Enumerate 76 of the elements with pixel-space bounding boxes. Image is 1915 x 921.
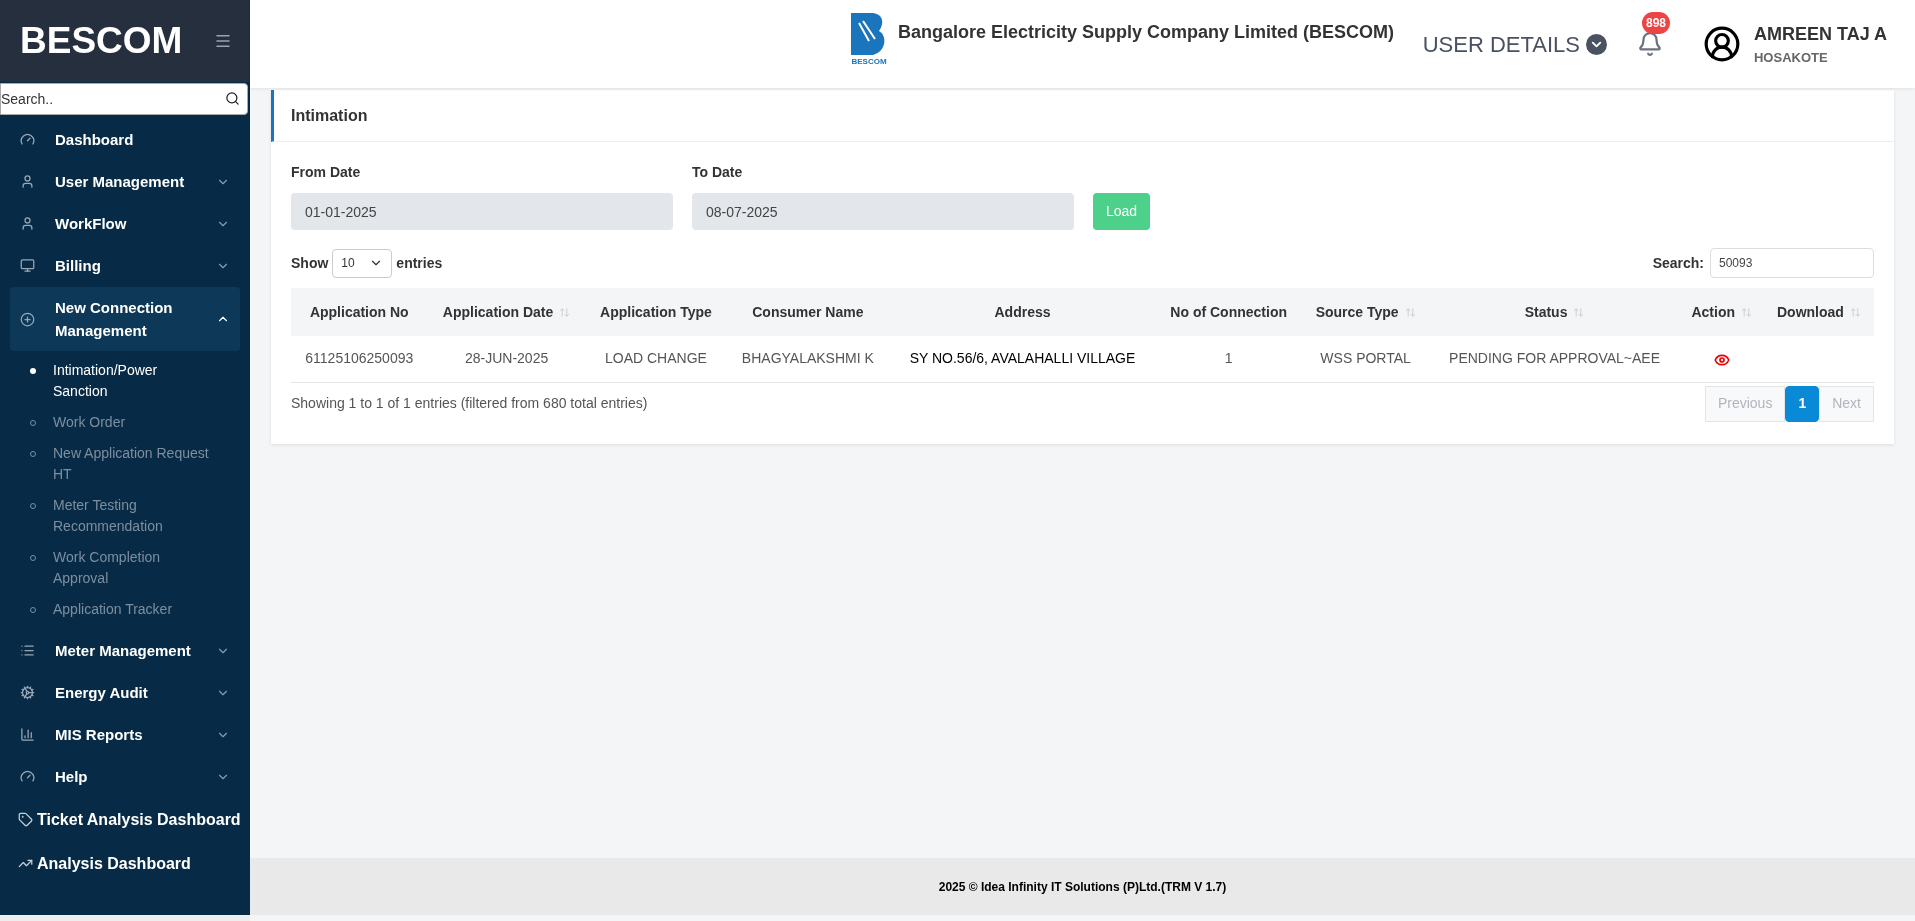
- plus-circle-icon: [20, 311, 35, 327]
- user-details-button[interactable]: USER DETAILS: [1422, 27, 1607, 61]
- company-name: Bangalore Electricity Supply Company Limited (BESCOM): [898, 20, 1395, 44]
- date-field[interactable]: 01-01-2025: [291, 193, 673, 230]
- list-icon: [20, 643, 35, 658]
- sort-icon: [559, 307, 571, 319]
- sidebar-item[interactable]: MIS Reports: [10, 714, 240, 755]
- search-label: Search:: [1652, 253, 1704, 273]
- gear-icon: [20, 685, 35, 700]
- show-label: Show: [291, 253, 329, 273]
- sidebar-item[interactable]: Meter Management: [10, 630, 240, 671]
- table-cell: 1: [1155, 336, 1302, 382]
- user-name: AMREEN TAJ A: [1754, 22, 1887, 46]
- column-header[interactable]: Status: [1429, 288, 1680, 336]
- table-cell: BHAGYALAKSHMI K: [726, 336, 890, 382]
- column-header[interactable]: Application Type: [585, 288, 727, 336]
- page-size-select[interactable]: 10: [332, 248, 393, 278]
- gauge-icon: [20, 132, 35, 147]
- logo: BESCOM: [848, 10, 890, 66]
- sidebar-item[interactable]: WorkFlow: [10, 203, 240, 244]
- user-icon: [20, 174, 35, 189]
- sidebar-item[interactable]: Analysis Dashboard: [10, 842, 240, 885]
- submenu-item[interactable]: Work Order: [0, 407, 250, 438]
- monitor-icon: [20, 258, 35, 273]
- tag-icon: [18, 812, 33, 827]
- notification-badge: 898: [1642, 12, 1670, 34]
- sidebar-item[interactable]: Energy Audit: [10, 672, 240, 713]
- sidebar-item[interactable]: Help: [10, 756, 240, 797]
- gauge-icon: [20, 769, 35, 784]
- search-icon: [225, 91, 240, 106]
- column-header[interactable]: Source Type: [1301, 288, 1430, 336]
- menu-icon[interactable]: [214, 32, 232, 50]
- footer-text: 2025 © Idea Infinity IT Solutions (P)Ltd.(TRM V 1.7): [938, 878, 1227, 896]
- sidebar-item[interactable]: Ticket Analysis Dashboard: [10, 798, 240, 841]
- bell-icon[interactable]: [1637, 30, 1663, 58]
- user-location: HOSAKOTE: [1754, 48, 1829, 67]
- table-cell: WSS PORTAL: [1301, 336, 1430, 382]
- sort-icon: [1573, 307, 1585, 319]
- chevron-down-icon: [1586, 33, 1607, 55]
- column-header[interactable]: Download: [1763, 288, 1874, 336]
- user-icon: [20, 216, 35, 231]
- submenu-item[interactable]: Meter Testing Recommendation: [0, 490, 250, 542]
- card-title: Intimation: [291, 105, 368, 126]
- entries-label: entries: [396, 253, 443, 273]
- pagination-button[interactable]: 1: [1785, 385, 1820, 422]
- column-header[interactable]: No of Connection: [1155, 288, 1302, 336]
- avatar-icon: [1703, 25, 1741, 63]
- brand-title: BESCOM: [20, 19, 183, 64]
- sort-icon: [1849, 307, 1861, 319]
- submenu-item[interactable]: Work Completion Approval: [0, 542, 250, 594]
- column-header[interactable]: Consumer Name: [726, 288, 890, 336]
- sidebar-item[interactable]: Billing: [10, 245, 240, 286]
- sidebar-item[interactable]: User Management: [10, 161, 240, 202]
- column-header[interactable]: Application Date: [427, 288, 586, 336]
- bar-chart-icon: [20, 727, 35, 742]
- sort-icon: [1741, 307, 1752, 319]
- column-header[interactable]: Action: [1679, 288, 1764, 336]
- table-cell: 61125106250093: [291, 336, 428, 382]
- column-header[interactable]: Address: [889, 288, 1156, 336]
- search-field[interactable]: 50093: [1710, 248, 1874, 278]
- table-cell: 28-JUN-2025: [427, 336, 586, 382]
- submenu-item[interactable]: Intimation/Power Sanction: [0, 355, 250, 407]
- submenu-item[interactable]: Application Tracker: [0, 594, 250, 625]
- search-field[interactable]: Search..: [0, 83, 248, 115]
- date-field[interactable]: 08-07-2025: [692, 193, 1074, 230]
- sidebar-item[interactable]: New Connection Management: [10, 287, 240, 351]
- table-cell: PENDING FOR APPROVAL~AEE: [1429, 336, 1680, 382]
- sort-icon: [1404, 307, 1416, 319]
- field-label: From Date: [291, 163, 362, 182]
- column-header[interactable]: Application No: [291, 288, 428, 336]
- table-cell: LOAD CHANGE: [585, 336, 727, 382]
- field-label: To Date: [692, 163, 744, 182]
- submenu-item[interactable]: New Application Request HT: [0, 438, 250, 490]
- table-info: Showing 1 to 1 of 1 entries (filtered from 680 total entries): [291, 394, 648, 413]
- sidebar-item[interactable]: Dashboard: [10, 119, 240, 160]
- table-cell: SY NO.56/6, AVALAHALLI VILLAGE: [889, 336, 1156, 382]
